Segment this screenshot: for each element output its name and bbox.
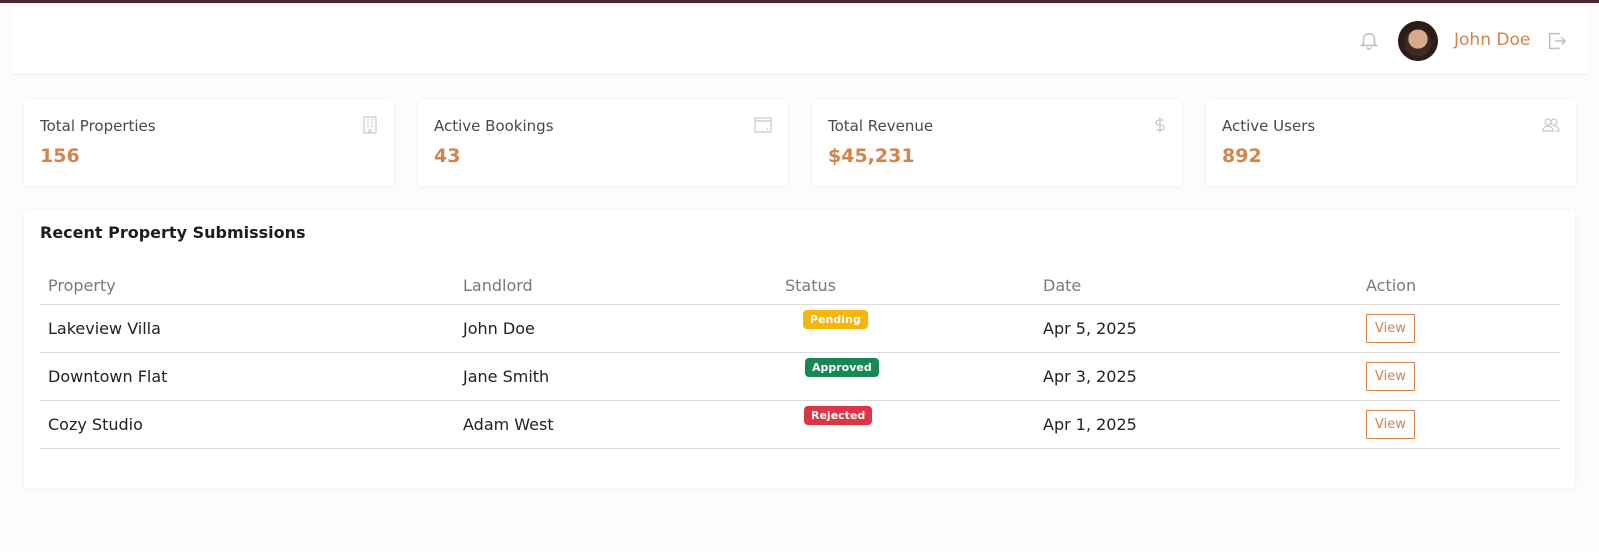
stat-card-active-users: Active Users 892	[1206, 100, 1576, 186]
column-header-landlord: Landlord	[455, 270, 777, 305]
landlord-cell: John Doe	[455, 304, 777, 353]
table-row: Downtown Flat Jane Smith Approved Apr 3,…	[40, 352, 1560, 401]
property-cell: Downtown Flat	[40, 352, 455, 401]
stat-value: $45,231	[828, 145, 915, 167]
stat-value: 156	[40, 145, 80, 167]
action-cell: View	[1358, 352, 1560, 401]
date-cell: Apr 1, 2025	[1035, 400, 1358, 449]
status-badge-approved: Approved	[805, 357, 879, 377]
view-button[interactable]: View	[1366, 313, 1415, 343]
stat-label: Active Bookings	[434, 117, 554, 135]
dollar-icon	[1155, 117, 1165, 133]
date-cell: Apr 5, 2025	[1035, 304, 1358, 353]
users-icon	[1542, 118, 1560, 132]
logout-icon[interactable]	[1546, 30, 1568, 52]
stat-card-active-bookings: Active Bookings 43	[418, 100, 788, 186]
stat-label: Total Properties	[40, 117, 156, 135]
building-icon	[363, 116, 377, 134]
table-row: Lakeview Villa John Doe Pending Apr 5, 2…	[40, 304, 1560, 353]
stat-value: 892	[1222, 145, 1262, 167]
table-header-row: Property Landlord Status Date Action	[40, 270, 1560, 305]
status-cell: Pending	[777, 304, 1035, 353]
status-badge-pending: Pending	[803, 309, 868, 329]
stat-label: Total Revenue	[828, 117, 934, 135]
table-row: Cozy Studio Adam West Rejected Apr 1, 20…	[40, 400, 1560, 449]
stat-card-total-properties: Total Properties 156	[24, 100, 394, 186]
date-cell: Apr 3, 2025	[1035, 352, 1358, 401]
view-button[interactable]: View	[1366, 361, 1415, 391]
landlord-cell: Adam West	[455, 400, 777, 449]
landlord-cell: Jane Smith	[455, 352, 777, 401]
user-name[interactable]: John Doe	[1454, 30, 1530, 50]
bell-icon[interactable]	[1358, 28, 1380, 52]
stat-label: Active Users	[1222, 117, 1316, 135]
column-header-property: Property	[40, 270, 455, 305]
property-cell: Lakeview Villa	[40, 304, 455, 353]
property-cell: Cozy Studio	[40, 400, 455, 449]
panel-title: Recent Property Submissions	[40, 223, 306, 242]
stat-value: 43	[434, 145, 461, 167]
top-header: John Doe	[12, 3, 1588, 75]
status-badge-rejected: Rejected	[804, 405, 873, 425]
view-button[interactable]: View	[1366, 409, 1415, 439]
recent-submissions-panel: Recent Property Submissions Property Lan…	[24, 210, 1575, 488]
column-header-status: Status	[777, 270, 1035, 305]
column-header-date: Date	[1035, 270, 1358, 305]
status-cell: Approved	[777, 352, 1035, 401]
action-cell: View	[1358, 400, 1560, 449]
submissions-table: Property Landlord Status Date Action Lak…	[40, 270, 1560, 449]
status-cell: Rejected	[777, 400, 1035, 449]
column-header-action: Action	[1358, 270, 1560, 305]
calendar-icon	[754, 117, 772, 133]
avatar[interactable]	[1398, 21, 1438, 61]
stat-card-total-revenue: Total Revenue $45,231	[812, 100, 1182, 186]
action-cell: View	[1358, 304, 1560, 353]
